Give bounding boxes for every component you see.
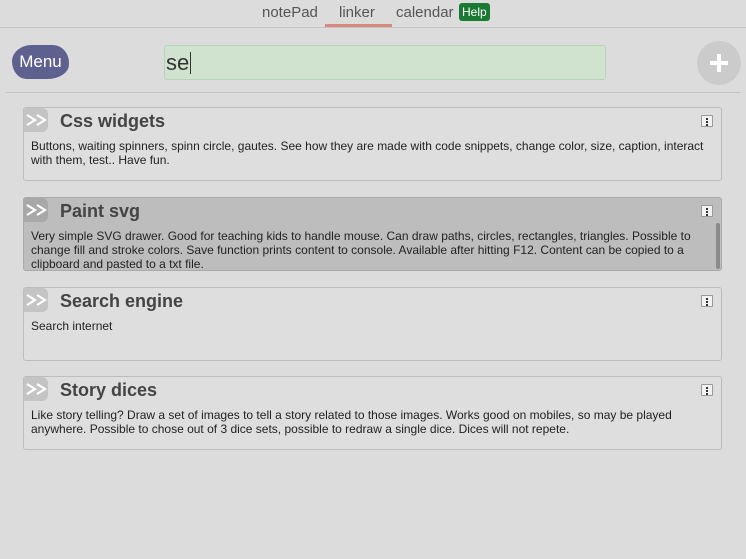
- list-item[interactable]: Search engine Search internet: [23, 287, 722, 361]
- header-divider: [6, 92, 740, 93]
- top-tab-bar: notePad linker calendar Help: [0, 0, 746, 28]
- menu-button[interactable]: Menu: [12, 45, 69, 79]
- tab-calendar[interactable]: calendar: [396, 3, 454, 23]
- card-description: Very simple SVG drawer. Good for teachin…: [31, 229, 691, 271]
- list-item[interactable]: Css widgets Buttons, waiting spinners, s…: [23, 107, 722, 181]
- card-description: Search internet: [31, 319, 113, 333]
- card-title: Paint svg: [60, 201, 141, 221]
- kebab-menu-icon[interactable]: [701, 205, 713, 217]
- scrollbar[interactable]: [716, 223, 720, 269]
- tab-linker[interactable]: linker: [339, 3, 375, 23]
- double-chevron-right-icon: [24, 377, 48, 401]
- kebab-menu-icon[interactable]: [701, 384, 713, 396]
- plus-icon[interactable]: [697, 41, 741, 85]
- card-description: Like story telling? Draw a set of images…: [31, 408, 672, 436]
- list-item[interactable]: Paint svg Very simple SVG drawer. Good f…: [23, 197, 722, 271]
- card-title: Css widgets: [60, 111, 166, 131]
- text-caret: [190, 51, 192, 74]
- card-title: Search engine: [60, 291, 184, 311]
- tab-notepad[interactable]: notePad: [262, 3, 318, 23]
- search-input[interactable]: se: [164, 45, 606, 80]
- kebab-menu-icon[interactable]: [701, 295, 713, 307]
- card-title: Story dices: [60, 380, 158, 400]
- double-chevron-right-icon: [24, 108, 48, 132]
- search-input-value: se: [166, 49, 190, 75]
- double-chevron-right-icon: [24, 288, 48, 312]
- kebab-menu-icon[interactable]: [701, 115, 713, 127]
- list-item[interactable]: Story dices Like story telling? Draw a s…: [23, 376, 722, 450]
- active-tab-indicator: [325, 24, 392, 27]
- card-description: Buttons, waiting spinners, spinn circle,…: [31, 139, 704, 167]
- help-button[interactable]: Help: [459, 3, 490, 21]
- double-chevron-right-icon: [24, 198, 48, 222]
